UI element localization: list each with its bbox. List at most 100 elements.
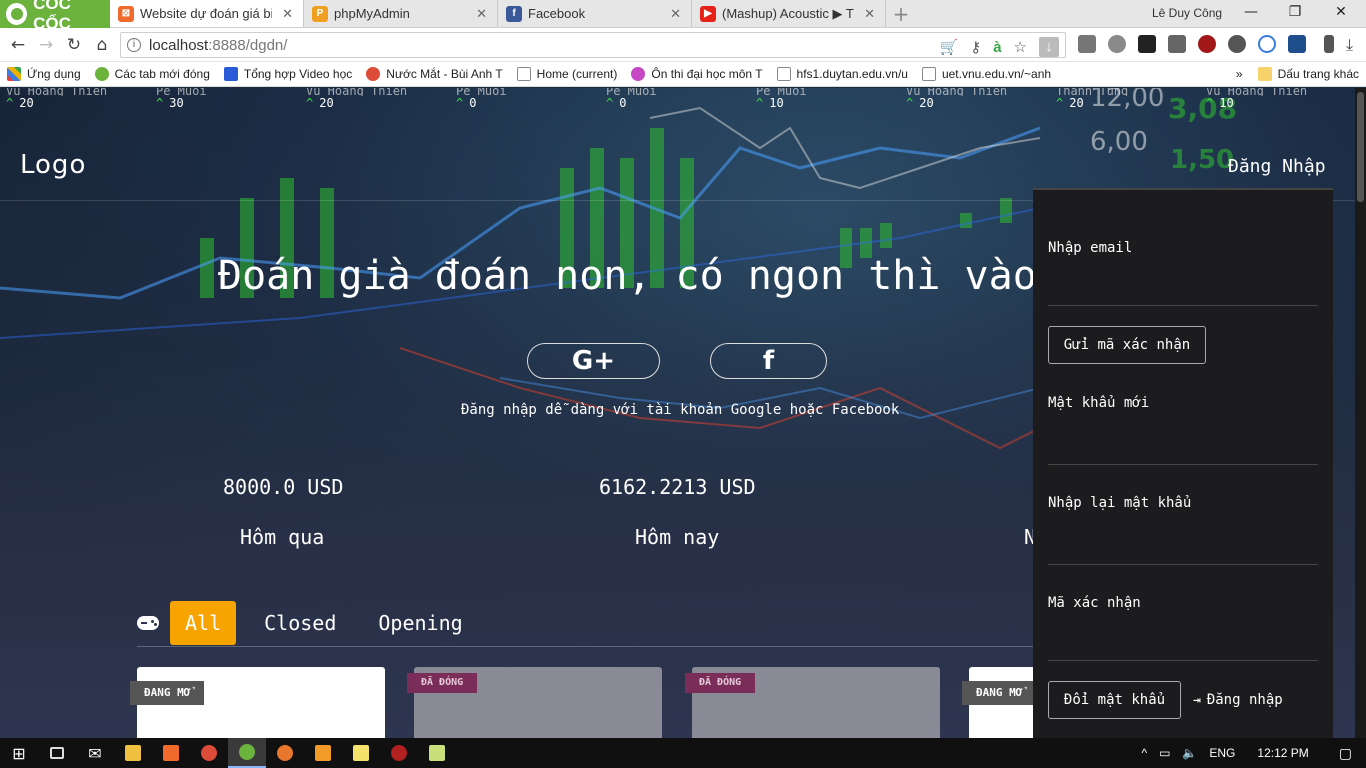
profile-name[interactable]: Lê Duy Công bbox=[1152, 6, 1222, 20]
close-tab-icon[interactable]: ✕ bbox=[476, 6, 487, 22]
restore-icon[interactable]: ❐ bbox=[1280, 4, 1310, 20]
bookmark-duytan[interactable]: hfs1.duytan.edu.vn/u bbox=[770, 67, 915, 81]
extension-icon[interactable] bbox=[1078, 35, 1096, 53]
close-tab-icon[interactable]: ✕ bbox=[670, 6, 681, 22]
cloud-icon[interactable] bbox=[1258, 35, 1276, 53]
jira-extension-icon[interactable] bbox=[1288, 35, 1306, 53]
tab-facebook[interactable]: f Facebook ✕ bbox=[498, 0, 692, 27]
tray-expand-icon[interactable]: ^ bbox=[1141, 746, 1147, 760]
screen-extension-icon[interactable] bbox=[1168, 35, 1186, 53]
tab-phpmyadmin[interactable]: P phpMyAdmin ✕ bbox=[304, 0, 498, 27]
header-login-link[interactable]: Đăng Nhập bbox=[1228, 156, 1326, 177]
game-card[interactable]: ĐÃ ĐÓNG bbox=[407, 667, 662, 738]
chrome-icon bbox=[366, 67, 381, 81]
ticker-item: Pé Muội ^ 0 bbox=[606, 88, 657, 110]
game-card[interactable]: ĐANG MỞ bbox=[130, 667, 385, 738]
settings-extension-icon[interactable] bbox=[1228, 35, 1246, 53]
language-indicator[interactable]: ENG bbox=[1209, 746, 1235, 760]
tab-all[interactable]: All bbox=[170, 601, 237, 645]
sublime-taskbar-icon[interactable] bbox=[304, 738, 342, 768]
new-password-field[interactable] bbox=[1048, 464, 1318, 465]
svg-text:6,00: 6,00 bbox=[1090, 127, 1148, 157]
downloads-icon[interactable]: ⤓ bbox=[1346, 35, 1353, 55]
network-icon[interactable]: ▭ bbox=[1159, 746, 1170, 760]
facebook-login-button[interactable]: f bbox=[710, 343, 827, 379]
back-icon[interactable]: ← bbox=[4, 35, 32, 55]
code-field[interactable] bbox=[1048, 660, 1318, 661]
code-label: Mã xác nhận bbox=[1048, 595, 1141, 611]
scrollbar-thumb[interactable] bbox=[1357, 92, 1364, 202]
bookmark-home[interactable]: Home (current) bbox=[510, 67, 625, 81]
bookmark-label: hfs1.duytan.edu.vn/u bbox=[796, 67, 908, 81]
panel-login-link[interactable]: ⇥ Đăng nhập bbox=[1193, 692, 1283, 708]
notifications-icon[interactable]: ▢ bbox=[1339, 745, 1352, 762]
home-icon[interactable]: ⌂ bbox=[88, 35, 116, 55]
tab-closed[interactable]: Closed bbox=[249, 601, 351, 645]
bookmark-label: Tổng hợp Video học bbox=[243, 67, 353, 81]
prediction-ticker: Vũ Hoàng Thiện ^ 20 Pé Muội ^ 30 Vũ Hoàng Th… bbox=[0, 88, 1366, 118]
folder-icon bbox=[1257, 67, 1272, 81]
file-explorer-icon[interactable] bbox=[114, 738, 152, 768]
site-logo[interactable]: Logo bbox=[20, 150, 86, 180]
bookmarks-bar: Ứng dụng Các tab mới đóng Tổng hợp Video… bbox=[0, 62, 1366, 87]
status-badge: ĐÃ ĐÓNG bbox=[407, 673, 478, 693]
svg-text:1,50: 1,50 bbox=[1170, 145, 1234, 175]
bookmark-video[interactable]: Tổng hợp Video học bbox=[217, 67, 359, 81]
game-taskbar-icon[interactable] bbox=[380, 738, 418, 768]
menu-icon[interactable] bbox=[1324, 35, 1334, 53]
tab-title: Facebook bbox=[528, 6, 586, 21]
minimize-icon[interactable]: — bbox=[1236, 4, 1266, 20]
email-field[interactable] bbox=[1048, 305, 1318, 306]
firefox-taskbar-icon[interactable] bbox=[266, 738, 304, 768]
bookmark-music[interactable]: Nước Mắt - Bùi Anh T bbox=[359, 67, 509, 81]
mail-icon[interactable]: ✉ bbox=[76, 738, 114, 768]
cart-icon[interactable]: 🛒 bbox=[940, 38, 959, 56]
bookmark-recent-tabs[interactable]: Các tab mới đóng bbox=[88, 67, 217, 81]
new-tab-button[interactable]: + bbox=[886, 0, 916, 27]
clock[interactable]: 12:12 PM bbox=[1257, 746, 1308, 760]
bookmark-apps[interactable]: Ứng dụng bbox=[0, 67, 88, 81]
tab-website[interactable]: ⊠ Website dự đoán giá bitco ✕ bbox=[110, 0, 304, 27]
tab-youtube[interactable]: ▶ (Mashup) Acoustic ▶ Tình ✕ bbox=[692, 0, 886, 27]
bookmark-star-icon[interactable]: ☆ bbox=[1014, 38, 1027, 56]
ticker-item: Pé Muội ^ 10 bbox=[756, 88, 807, 110]
change-password-button[interactable]: Đổi mật khẩu bbox=[1048, 681, 1181, 719]
ublock-icon[interactable] bbox=[1198, 35, 1216, 53]
windows-start-icon[interactable]: ⊞ bbox=[0, 738, 38, 768]
send-code-button[interactable]: Gửi mã xác nhận bbox=[1048, 326, 1206, 364]
coccoc-taskbar-icon[interactable] bbox=[228, 738, 266, 768]
chat-extension-icon[interactable] bbox=[1108, 35, 1126, 53]
close-tab-icon[interactable]: ✕ bbox=[864, 6, 875, 22]
up-arrow-icon: ^ bbox=[756, 96, 764, 110]
reload-icon[interactable]: ↻ bbox=[60, 35, 88, 55]
bookmarks-overflow[interactable]: » bbox=[1228, 67, 1251, 81]
confirm-password-field[interactable] bbox=[1048, 564, 1318, 565]
google-login-button[interactable]: G+ bbox=[527, 343, 660, 379]
coccoc-logo[interactable]: CỐC CỐC bbox=[0, 0, 110, 33]
yesterday-price: 8000.0 USD bbox=[223, 475, 344, 499]
translate-icon[interactable]: à bbox=[993, 39, 1001, 56]
system-tray: ^ ▭ 🔈 ENG 12:12 PM ▢ bbox=[1141, 738, 1366, 768]
sign-in-icon: ⇥ bbox=[1193, 692, 1201, 708]
tab-opening[interactable]: Opening bbox=[363, 601, 477, 645]
game-card[interactable]: ĐÃ ĐÓNG bbox=[685, 667, 940, 738]
sticky-notes-icon[interactable] bbox=[342, 738, 380, 768]
site-info-icon[interactable]: i bbox=[127, 38, 141, 52]
xampp-taskbar-icon[interactable] bbox=[152, 738, 190, 768]
download-page-icon[interactable]: ↓ bbox=[1039, 37, 1059, 57]
chrome-taskbar-icon[interactable] bbox=[190, 738, 228, 768]
forward-icon[interactable]: → bbox=[32, 35, 60, 55]
bookmark-other-folder[interactable]: Dấu trang khác bbox=[1251, 67, 1366, 81]
youtube-icon: ▶ bbox=[700, 5, 716, 22]
url-field[interactable]: i localhost:8888/dgdn/ 🛒 ⚷ à ☆ ↓ bbox=[120, 32, 1066, 58]
page-scrollbar[interactable] bbox=[1355, 88, 1366, 738]
counter-extension-icon[interactable] bbox=[1138, 35, 1156, 53]
task-view-icon[interactable] bbox=[38, 738, 76, 768]
key-icon[interactable]: ⚷ bbox=[970, 38, 981, 56]
volume-icon[interactable]: 🔈 bbox=[1182, 746, 1197, 760]
bookmark-uet[interactable]: uet.vnu.edu.vn/~anh bbox=[915, 67, 1058, 81]
notepad-taskbar-icon[interactable] bbox=[418, 738, 456, 768]
close-window-icon[interactable]: ✕ bbox=[1326, 4, 1356, 20]
close-tab-icon[interactable]: ✕ bbox=[282, 6, 293, 22]
bookmark-exam[interactable]: Ôn thi đại học môn T bbox=[624, 67, 769, 81]
